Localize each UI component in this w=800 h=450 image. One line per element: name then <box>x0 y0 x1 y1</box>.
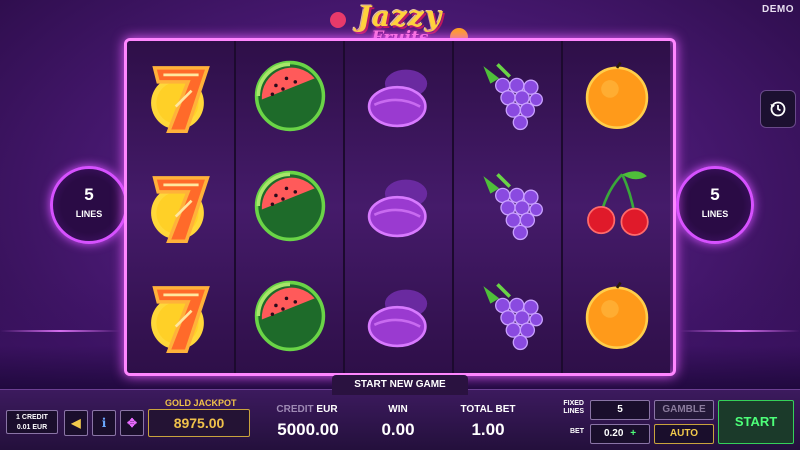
bet-label: BET <box>570 428 584 435</box>
credit-denom-line1: 1 CREDIT <box>16 414 48 421</box>
win-label: WIN <box>388 404 408 415</box>
lines-label: LINES <box>701 209 729 219</box>
lines-badge-left: 5 LINES <box>50 166 128 244</box>
bet-value: 0.20 <box>603 428 624 439</box>
grapes-symbol <box>454 151 561 261</box>
credit-label: CREDIT EUR <box>272 404 342 415</box>
fixed-lines-label: FIXED LINES <box>554 400 584 416</box>
fixed-lines-label-1: FIXED <box>563 400 584 407</box>
auto-button[interactable]: AUTO <box>654 424 714 444</box>
watermelon-symbol <box>236 261 343 371</box>
expand-arrows-icon: ✥ <box>126 416 138 430</box>
orange-symbol <box>563 41 670 151</box>
left-triangle-icon: ◀ <box>71 416 81 430</box>
total-bet-value: 1.00 <box>471 420 505 439</box>
watermelon-symbol <box>236 41 343 151</box>
demo-label: DEMO <box>762 4 794 15</box>
history-button[interactable] <box>760 90 796 128</box>
lines-badge-right: 5 LINES <box>676 166 754 244</box>
seven-symbol <box>127 261 234 371</box>
win-value: 0.00 <box>381 420 415 439</box>
fullscreen-button[interactable]: ✥ <box>120 410 144 436</box>
reel-2 <box>236 41 343 373</box>
reel-frame <box>124 38 676 376</box>
reel-4 <box>454 41 561 373</box>
fixed-lines-value: 5 <box>590 400 650 420</box>
lines-count: 5 <box>710 185 720 204</box>
credit-label-unit: EUR <box>313 404 338 415</box>
left-arrow-button[interactable]: ◀ <box>64 410 88 436</box>
logo-fruit-icon <box>330 12 346 28</box>
neon-line <box>680 330 800 332</box>
cherries-symbol <box>563 151 670 261</box>
plum-symbol <box>345 261 452 371</box>
bet-plus-button[interactable]: + <box>630 428 636 439</box>
grapes-symbol <box>454 41 561 151</box>
plum-symbol <box>345 151 452 261</box>
reel-5 <box>563 41 670 373</box>
lines-count: 5 <box>84 185 94 204</box>
bet-stepper[interactable]: 0.20 + <box>590 424 650 444</box>
fixed-lines-label-2: LINES <box>563 408 584 415</box>
grapes-symbol <box>454 261 561 371</box>
total-bet-label: TOTAL BET <box>460 404 516 415</box>
info-icon: i <box>101 416 107 430</box>
history-icon <box>770 101 786 117</box>
neon-line <box>0 330 120 332</box>
status-message: START NEW GAME <box>332 375 468 395</box>
credit-value: 5000.00 <box>277 420 339 439</box>
start-button[interactable]: START <box>718 400 794 444</box>
credit-label-main: CREDIT <box>276 404 314 415</box>
jackpot-value: 8975.00 <box>148 409 250 437</box>
orange-symbol <box>563 261 670 371</box>
lines-label: LINES <box>75 209 103 219</box>
jackpot-label: GOLD JACKPOT <box>165 398 237 408</box>
gamble-button[interactable]: GAMBLE <box>654 400 714 420</box>
reel-3 <box>345 41 452 373</box>
credit-denomination-button[interactable]: 1 CREDIT 0.01 EUR <box>6 410 58 434</box>
logo-line1: Jazzy <box>357 0 443 33</box>
plum-symbol <box>345 41 452 151</box>
info-button[interactable]: i <box>92 410 116 436</box>
credit-denom-line2: 0.01 EUR <box>16 424 48 431</box>
watermelon-symbol <box>236 151 343 261</box>
seven-symbol <box>127 41 234 151</box>
reel-1 <box>127 41 234 373</box>
seven-symbol <box>127 151 234 261</box>
